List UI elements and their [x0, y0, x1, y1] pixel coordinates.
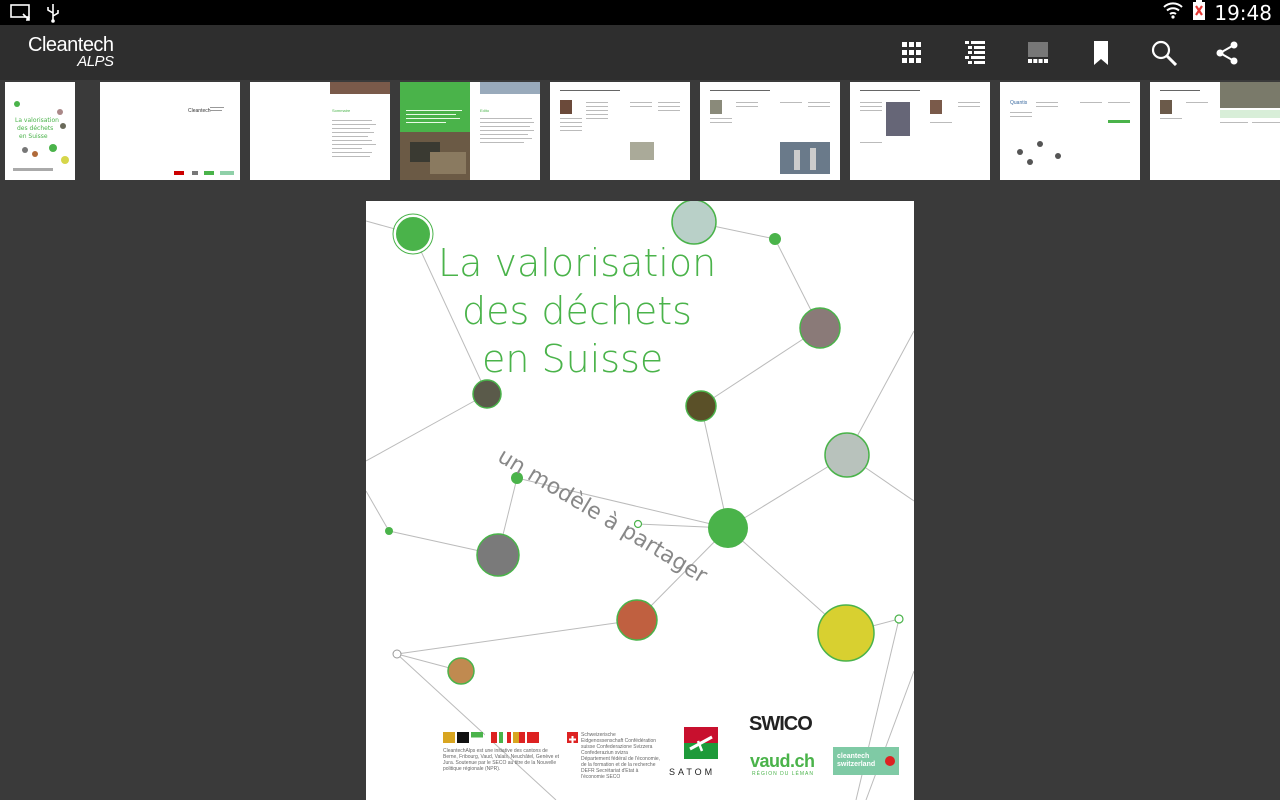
grid-view-icon	[901, 41, 921, 63]
svg-text:Sommaire: Sommaire	[332, 108, 351, 113]
svg-text:en Suisse: en Suisse	[19, 133, 48, 140]
document-page-cover[interactable]: La valorisation des déchets en Suisse un…	[366, 201, 914, 800]
logo-line1: Cleantech	[28, 34, 114, 56]
bookmark-button[interactable]	[1069, 25, 1132, 80]
app-logo: Cleantech ALPS	[28, 35, 114, 69]
logo-line2: ALPS	[77, 53, 114, 70]
svg-text:des déchets: des déchets	[17, 125, 53, 132]
grid-view-button[interactable]	[880, 25, 943, 80]
confederation-text: Schweizerische Eidgenossenschaft Confédé…	[581, 732, 657, 756]
satom-logo-icon	[684, 727, 718, 759]
page-thumbnail-strip: La valorisation des déchets en Suisse Cl…	[0, 80, 1280, 182]
page-thumbnail-cover[interactable]: La valorisation des déchets en Suisse	[5, 82, 75, 180]
page-thumbnail-5[interactable]	[550, 82, 690, 180]
status-bar: 19:48	[0, 0, 1280, 25]
outline-list-icon	[964, 40, 985, 64]
page-thumbnail-8[interactable]: Quantis	[1000, 82, 1140, 180]
vaud-logo: vaud.ch	[750, 751, 815, 771]
cleantech-switzerland-logo: cleantech switzerland	[833, 747, 899, 775]
search-button[interactable]	[1132, 25, 1195, 80]
cleantech-switzerland-label: cleantech switzerland	[837, 753, 876, 768]
page-thumbnail-7[interactable]	[850, 82, 990, 180]
wifi-icon	[1162, 0, 1184, 25]
title-line-1: La valorisation	[438, 241, 717, 285]
canton-flags	[443, 732, 539, 743]
svg-text:Quantis: Quantis	[1010, 100, 1028, 106]
initiative-text: CleantechAlps est une initiative des can…	[443, 748, 559, 772]
title-line-2: des déchets	[462, 289, 692, 333]
document-title: La valorisation des déchets en Suisse	[438, 239, 716, 383]
search-icon	[1151, 40, 1177, 66]
title-line-3: en Suisse	[482, 337, 664, 381]
svg-text:Cleantech: Cleantech	[188, 108, 211, 114]
swico-logo: SWICO	[749, 713, 813, 735]
share-button[interactable]	[1195, 25, 1258, 80]
swiss-cross-icon	[567, 732, 578, 743]
share-icon	[1216, 41, 1237, 64]
page-layout-button[interactable]	[1006, 25, 1069, 80]
vaud-subtitle: RÉGION DU LÉMAN	[752, 771, 814, 777]
svg-text:La valorisation: La valorisation	[15, 117, 59, 124]
battery-low-icon	[1192, 0, 1206, 26]
bookmark-icon	[1093, 40, 1108, 65]
page-thumbnail-2[interactable]: Cleantech	[100, 82, 240, 180]
page-thumbnail-4[interactable]: Edito	[400, 82, 540, 180]
department-text: Département fédéral de l'économie, de la…	[581, 756, 661, 780]
outline-list-button[interactable]	[943, 25, 1006, 80]
app-bar: Cleantech ALPS	[0, 25, 1280, 80]
clock: 19:48	[1214, 0, 1272, 25]
page-layout-icon	[1027, 41, 1048, 63]
page-thumbnail-6[interactable]	[700, 82, 840, 180]
satom-label: SATOM	[669, 767, 716, 777]
cleantech-badge-icon	[885, 756, 895, 766]
page-thumbnail-3[interactable]: Sommaire	[250, 82, 390, 180]
svg-text:Edito: Edito	[480, 108, 490, 113]
page-thumbnail-9[interactable]	[1150, 82, 1280, 180]
